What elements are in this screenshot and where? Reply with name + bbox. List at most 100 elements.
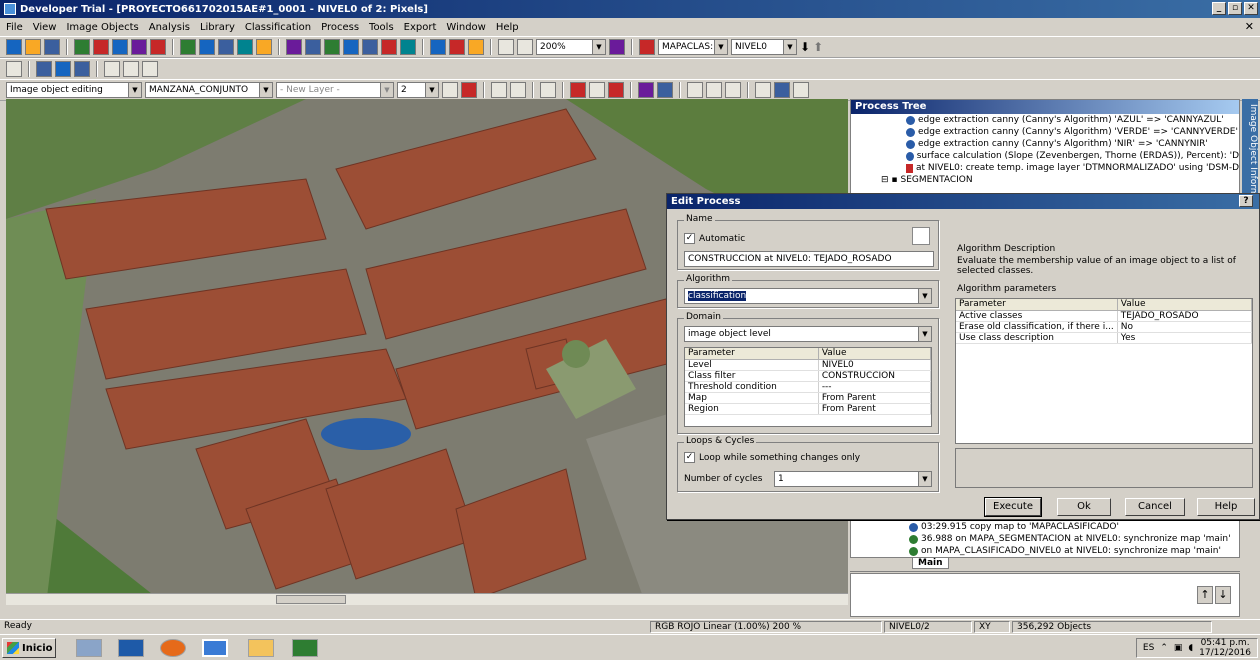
- classify-icon[interactable]: [657, 82, 673, 98]
- clock[interactable]: 05:41 p.m. 17/12/2016: [1199, 638, 1251, 658]
- new-project-icon[interactable]: [6, 39, 22, 55]
- view-icon[interactable]: [237, 39, 253, 55]
- algorithm-select[interactable]: classification ▼: [684, 288, 932, 304]
- map-horizontal-scrollbar[interactable]: [6, 593, 848, 605]
- taskbar-app-icon[interactable]: [292, 639, 318, 657]
- menu-help[interactable]: Help: [496, 22, 519, 33]
- layout-icon[interactable]: [362, 39, 378, 55]
- loop-checkbox[interactable]: ✓ Loop while something changes only: [684, 452, 860, 463]
- restore-button[interactable]: ▫: [1228, 2, 1242, 15]
- start-button[interactable]: Inicio: [2, 638, 56, 658]
- table-row[interactable]: Level NIVEL0: [685, 359, 932, 371]
- delete-icon[interactable]: [755, 82, 771, 98]
- table-row[interactable]: Threshold condition ---: [685, 381, 932, 393]
- tool-icon[interactable]: [150, 39, 166, 55]
- step-icon[interactable]: [123, 61, 139, 77]
- table-row[interactable]: Active classes TEJADO_ROSADO: [956, 310, 1253, 322]
- menu-tools[interactable]: Tools: [369, 22, 394, 33]
- powershell-icon[interactable]: [118, 639, 144, 657]
- algorithm-parameter-grid[interactable]: Parameter Value Active classes TEJADO_ROSA…: [955, 298, 1253, 444]
- process-tree-item[interactable]: surface calculation (Slope (Zevenbergen,…: [851, 150, 1239, 162]
- level-combo[interactable]: NIVEL0 ▼: [731, 39, 797, 55]
- rectangle-icon[interactable]: [510, 82, 526, 98]
- merge-icon[interactable]: [570, 82, 586, 98]
- log-item[interactable]: on MAPA_CLASIFICADO_NIVEL0 at NIVEL0: sy…: [851, 545, 1239, 557]
- open-project-icon[interactable]: [25, 39, 41, 55]
- menu-view[interactable]: View: [33, 22, 57, 33]
- cut-icon[interactable]: [461, 82, 477, 98]
- table-row[interactable]: Class filter CONSTRUCCION: [685, 370, 932, 382]
- view-icon[interactable]: [256, 39, 272, 55]
- menu-analysis[interactable]: Analysis: [149, 22, 190, 33]
- zoom-combo[interactable]: 200% ▼: [536, 39, 606, 55]
- menu-library[interactable]: Library: [200, 22, 235, 33]
- tool-icon[interactable]: [112, 39, 128, 55]
- classify-icon[interactable]: [638, 82, 654, 98]
- layout-icon[interactable]: [305, 39, 321, 55]
- process-tree-item[interactable]: edge extraction canny (Canny's Algorithm…: [851, 114, 1239, 126]
- view-icon[interactable]: [199, 39, 215, 55]
- domain-select[interactable]: image object level ▼: [684, 326, 932, 342]
- panel-icon[interactable]: [6, 61, 22, 77]
- view-icon[interactable]: [180, 39, 196, 55]
- help-button[interactable]: Help: [1197, 498, 1255, 516]
- table-row[interactable]: Map From Parent: [685, 392, 932, 404]
- save-project-icon[interactable]: [44, 39, 60, 55]
- process-tree-item[interactable]: at NIVEL0: create temp. image layer 'DTM…: [851, 162, 1239, 174]
- volume-icon[interactable]: ◖: [1188, 643, 1193, 653]
- undo-icon[interactable]: [687, 82, 703, 98]
- link-icon[interactable]: [608, 82, 624, 98]
- shape-icon[interactable]: [540, 82, 556, 98]
- zoom-icon[interactable]: [430, 39, 446, 55]
- process-tree-item[interactable]: edge extraction canny (Canny's Algorithm…: [851, 126, 1239, 138]
- layout-icon[interactable]: [286, 39, 302, 55]
- help-icon[interactable]: ?: [1239, 195, 1253, 207]
- collapse-icon[interactable]: ⊟ ▪: [881, 175, 898, 185]
- cycles-select[interactable]: 1 ▼: [774, 471, 932, 487]
- zoom-fit-icon[interactable]: [609, 39, 625, 55]
- run-icon[interactable]: [142, 61, 158, 77]
- window-icon[interactable]: [36, 61, 52, 77]
- language-indicator[interactable]: ES: [1143, 643, 1154, 653]
- number-combo[interactable]: 2 ▼: [397, 82, 439, 98]
- tool-icon[interactable]: [74, 39, 90, 55]
- tool-icon[interactable]: [93, 39, 109, 55]
- window-icon[interactable]: [74, 61, 90, 77]
- ecognition-taskbar-icon[interactable]: [202, 639, 228, 657]
- save-icon[interactable]: [793, 82, 809, 98]
- close-window-button[interactable]: ✕: [1244, 2, 1258, 15]
- zoom-out-icon[interactable]: [498, 39, 514, 55]
- process-tree-item[interactable]: ⊟ ▪ SEGMENTACION: [851, 174, 1239, 186]
- scrollbar-thumb[interactable]: [276, 595, 346, 604]
- table-icon[interactable]: [774, 82, 790, 98]
- domain-parameter-grid[interactable]: Parameter Value Level NIVEL0 Class filter C…: [684, 347, 932, 427]
- layer-combo[interactable]: - New Layer - ▼: [276, 82, 394, 98]
- table-row[interactable]: Region From Parent: [685, 403, 932, 415]
- polygon-icon[interactable]: [491, 82, 507, 98]
- layout-icon[interactable]: [343, 39, 359, 55]
- tab-main[interactable]: Main: [912, 558, 949, 569]
- cross-icon[interactable]: [639, 39, 655, 55]
- table-row[interactable]: Use class description Yes: [956, 332, 1253, 344]
- minimize-button[interactable]: _: [1212, 2, 1226, 15]
- link-icon[interactable]: [589, 82, 605, 98]
- layout-icon[interactable]: [400, 39, 416, 55]
- menu-image-objects[interactable]: Image Objects: [66, 22, 138, 33]
- console-panel[interactable]: ↑ ↓: [850, 573, 1240, 617]
- select-icon[interactable]: [442, 82, 458, 98]
- view-icon[interactable]: [218, 39, 234, 55]
- arrow-up-icon[interactable]: ⬆: [813, 40, 823, 54]
- menu-classification[interactable]: Classification: [245, 22, 311, 33]
- process-name-field[interactable]: CONSTRUCCION at NIVEL0: TEJADO_ROSADO: [684, 251, 934, 267]
- hand-icon[interactable]: [468, 39, 484, 55]
- map-combo[interactable]: MAPACLAS: ▼: [658, 39, 728, 55]
- close-document-icon[interactable]: ✕: [1245, 20, 1254, 33]
- zoom-in-icon[interactable]: [517, 39, 533, 55]
- class-combo[interactable]: MANZANA_CONJUNTO ▼: [145, 82, 273, 98]
- window-icon[interactable]: [55, 61, 71, 77]
- menu-export[interactable]: Export: [404, 22, 437, 33]
- edit-name-icon[interactable]: [912, 227, 930, 245]
- pan-icon[interactable]: [449, 39, 465, 55]
- firefox-icon[interactable]: [160, 639, 186, 657]
- layout-icon[interactable]: [381, 39, 397, 55]
